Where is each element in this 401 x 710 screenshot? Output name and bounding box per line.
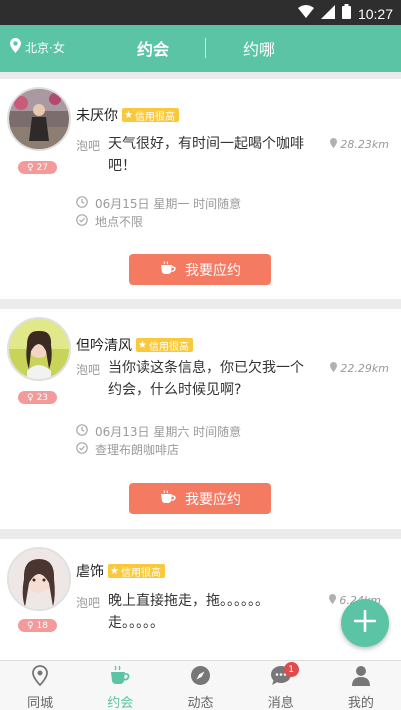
accept-date-button[interactable]: 我要应约: [129, 483, 271, 514]
star-icon: ★: [110, 565, 119, 577]
nav-item-moments[interactable]: 动态: [160, 661, 240, 710]
pin-icon: [330, 138, 338, 151]
dating-message: 天气很好，有时间一起喝个咖啡吧！: [108, 136, 304, 174]
nav-item-city[interactable]: 同城: [0, 661, 80, 710]
age-value: 23: [36, 392, 49, 403]
credit-badge: ★ 信用很高: [108, 564, 165, 579]
add-dating-button[interactable]: [341, 599, 389, 647]
star-icon: ★: [138, 339, 147, 351]
dating-card[interactable]: ♀ 23 但吟清风 ★ 信用很高 泡吧 22.29km 当你读这条信息，你已欠我…: [0, 309, 401, 529]
category-label: 泡吧: [76, 363, 101, 377]
accept-date-button[interactable]: 我要应约: [129, 254, 271, 285]
location-label: 北京·女: [25, 40, 65, 55]
nickname[interactable]: 虐饰: [76, 561, 104, 581]
check-circle-icon: [76, 442, 88, 457]
coffee-icon: [108, 665, 132, 690]
dating-feed[interactable]: ♀ 27 未厌你 ★ 信用很高 泡吧 28.23km 天气很好，有时间一起喝个咖…: [0, 72, 401, 660]
nav-item-messages[interactable]: 1 消息: [241, 661, 321, 710]
distance-value: 28.23km: [340, 138, 389, 151]
battery-icon: [341, 4, 351, 23]
age-value: 27: [36, 162, 49, 173]
category-label: 泡吧: [76, 596, 101, 610]
credit-badge: ★ 信用很高: [136, 338, 193, 353]
unread-badge: 1: [283, 662, 299, 677]
age-badge: ♀ 23: [18, 391, 57, 404]
avatar[interactable]: [7, 317, 71, 381]
location-icon: [32, 665, 48, 690]
coffee-cup-icon: [159, 489, 177, 508]
button-label: 我要应约: [185, 491, 241, 508]
clock-icon: [76, 196, 88, 211]
nav-label: 动态: [187, 696, 214, 710]
nav-label: 消息: [267, 696, 294, 710]
distance-value: 22.29km: [340, 362, 389, 375]
credit-label: 信用很高: [120, 567, 161, 579]
nav-item-dating[interactable]: 约会: [80, 661, 160, 710]
location-pin-icon: [10, 38, 21, 56]
distance: 28.23km: [330, 138, 389, 151]
person-icon: [351, 665, 370, 690]
pin-icon: [329, 594, 337, 607]
date-row: 06月15日 星期一 时间随意: [76, 195, 241, 212]
tab-where[interactable]: 约哪: [243, 36, 275, 60]
credit-badge: ★ 信用很高: [122, 108, 179, 123]
tab-divider: [205, 38, 206, 58]
credit-label: 信用很高: [148, 341, 189, 353]
status-bar: 10:27: [0, 0, 401, 25]
button-label: 我要应约: [185, 262, 241, 279]
distance: 22.29km: [330, 362, 389, 375]
nav-label: 我的: [347, 696, 374, 710]
compass-icon: [190, 665, 211, 690]
pin-icon: [330, 362, 338, 375]
check-circle-icon: [76, 214, 88, 229]
category-label: 泡吧: [76, 139, 101, 153]
avatar[interactable]: [7, 547, 71, 611]
female-icon: ♀: [26, 392, 34, 403]
female-icon: ♀: [26, 162, 34, 173]
plus-icon: [353, 609, 377, 636]
female-icon: ♀: [26, 620, 34, 631]
wifi-icon: [297, 4, 314, 23]
coffee-cup-icon: [159, 260, 177, 279]
clock-icon: [76, 424, 88, 439]
age-badge: ♀ 18: [18, 619, 57, 632]
place-row: 地点不限: [76, 213, 143, 230]
signal-icon: [320, 4, 335, 23]
dating-card[interactable]: ♀ 27 未厌你 ★ 信用很高 泡吧 28.23km 天气很好，有时间一起喝个咖…: [0, 79, 401, 299]
nav-item-mine[interactable]: 我的: [321, 661, 401, 710]
nickname-row: 虐饰 ★ 信用很高: [76, 561, 165, 581]
place-row: 查理布朗咖啡店: [76, 441, 179, 458]
age-badge: ♀ 27: [18, 161, 57, 174]
credit-label: 信用很高: [134, 111, 175, 123]
nav-label: 同城: [27, 696, 54, 710]
date-text: 06月13日 星期六 时间随意: [95, 425, 242, 439]
date-row: 06月13日 星期六 时间随意: [76, 423, 241, 440]
tab-dating[interactable]: 约会: [137, 36, 169, 60]
nickname[interactable]: 未厌你: [76, 105, 118, 125]
avatar[interactable]: [7, 87, 71, 151]
dating-message: 当你读这条信息，你已欠我一个约会，什么时候见啊?: [108, 360, 304, 398]
top-header: 北京·女 约会 约哪: [0, 25, 401, 72]
status-time: 10:27: [357, 5, 393, 22]
nickname-row: 但吟清风 ★ 信用很高: [76, 335, 193, 355]
star-icon: ★: [124, 109, 133, 121]
date-text: 06月15日 星期一 时间随意: [95, 197, 242, 211]
dating-card[interactable]: ♀ 18 虐饰 ★ 信用很高 泡吧 6.24km 晚上直接拖走，拖。。。。。。走…: [0, 539, 401, 660]
nickname[interactable]: 但吟清风: [76, 335, 132, 355]
location-selector[interactable]: 北京·女: [10, 38, 65, 56]
bottom-nav: 同城 约会 动态 1 消息 我的: [0, 660, 401, 710]
nickname-row: 未厌你 ★ 信用很高: [76, 105, 179, 125]
age-value: 18: [36, 620, 49, 631]
place-text: 地点不限: [95, 215, 144, 229]
place-text: 查理布朗咖啡店: [95, 443, 180, 457]
dating-message: 晚上直接拖走，拖。。。。。。走。。。。。: [108, 593, 269, 631]
nav-label: 约会: [107, 696, 134, 710]
